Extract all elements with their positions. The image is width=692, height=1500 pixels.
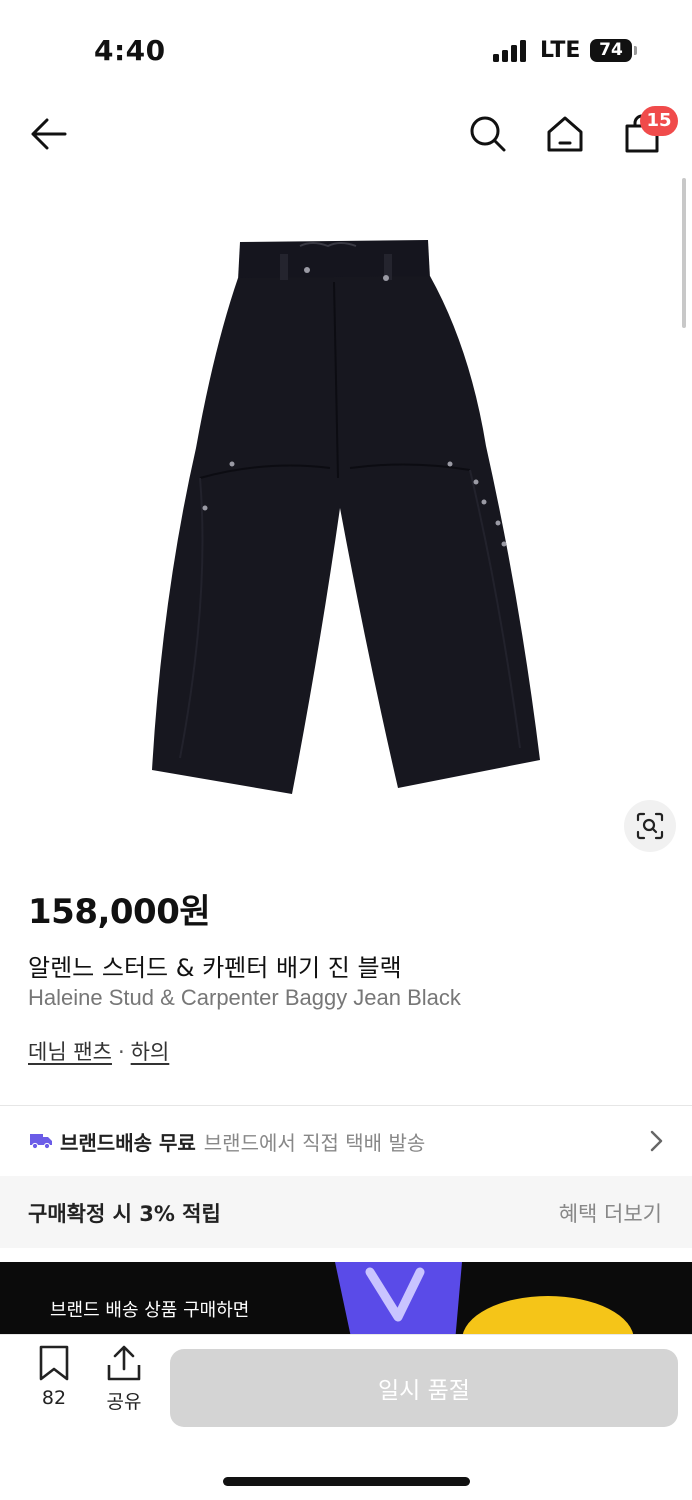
bookmark-icon	[39, 1345, 69, 1381]
status-bar: 4:40 LTE 74	[0, 0, 692, 100]
category-breadcrumb: 데님 팬츠 · 하의	[28, 1036, 169, 1066]
image-scroll-indicator	[682, 178, 686, 328]
pants-image	[0, 178, 692, 868]
category-link-bottoms[interactable]: 하의	[131, 1040, 170, 1064]
camera-scan-icon	[636, 812, 664, 840]
signal-icon	[493, 40, 529, 62]
home-indicator[interactable]	[223, 1477, 470, 1486]
delivery-main-text: 브랜드배송 무료	[60, 1130, 196, 1155]
temporarily-soldout-button[interactable]: 일시 품절	[170, 1349, 678, 1427]
benefit-label: 구매확정 시 3% 적립	[28, 1202, 221, 1226]
status-time: 4:40	[94, 34, 166, 67]
bottom-action-bar: 82 공유 일시 품절	[0, 1334, 692, 1500]
visual-search-button[interactable]	[624, 800, 676, 852]
category-separator: ·	[117, 1040, 125, 1064]
product-image[interactable]	[0, 178, 692, 868]
benefit-row: 구매확정 시 3% 적립 혜택 더보기	[0, 1176, 692, 1248]
search-icon	[470, 116, 506, 152]
chevron-right-icon	[650, 1130, 663, 1152]
share-button[interactable]: 공유	[96, 1345, 152, 1421]
arrow-left-icon	[31, 118, 67, 150]
delivery-truck-icon	[30, 1134, 52, 1149]
share-icon	[107, 1345, 141, 1381]
delivery-sub-text: 브랜드에서 직접 택배 발송	[203, 1130, 426, 1155]
product-name-english: Haleine Stud & Carpenter Baggy Jean Blac…	[28, 985, 461, 1010]
cart-count-badge: 15	[640, 106, 678, 136]
product-name-korean: 알렌느 스터드 & 카펜터 배기 진 블랙	[28, 954, 402, 982]
share-label: 공유	[106, 1391, 142, 1413]
battery-cap	[634, 46, 637, 55]
battery-icon: 74	[590, 39, 632, 62]
back-button[interactable]	[26, 112, 70, 156]
bookmark-count: 82	[41, 1387, 67, 1409]
bookmark-button[interactable]: 82	[26, 1345, 82, 1421]
product-price: 158,000원	[28, 892, 211, 932]
home-button[interactable]	[543, 112, 587, 156]
network-label: LTE	[540, 38, 581, 63]
category-link-denim-pants[interactable]: 데님 팬츠	[28, 1040, 112, 1064]
home-icon	[547, 116, 583, 152]
benefit-more-link[interactable]: 혜택 더보기	[559, 1198, 662, 1228]
banner-text: 브랜드 배송 상품 구매하면	[50, 1300, 250, 1321]
nav-bar	[0, 100, 692, 170]
promo-banner[interactable]: 브랜드 배송 상품 구매하면	[0, 1262, 692, 1342]
delivery-info-row[interactable]: 브랜드배송 무료 브랜드에서 직접 택배 발송	[0, 1106, 692, 1176]
search-button[interactable]	[466, 112, 510, 156]
